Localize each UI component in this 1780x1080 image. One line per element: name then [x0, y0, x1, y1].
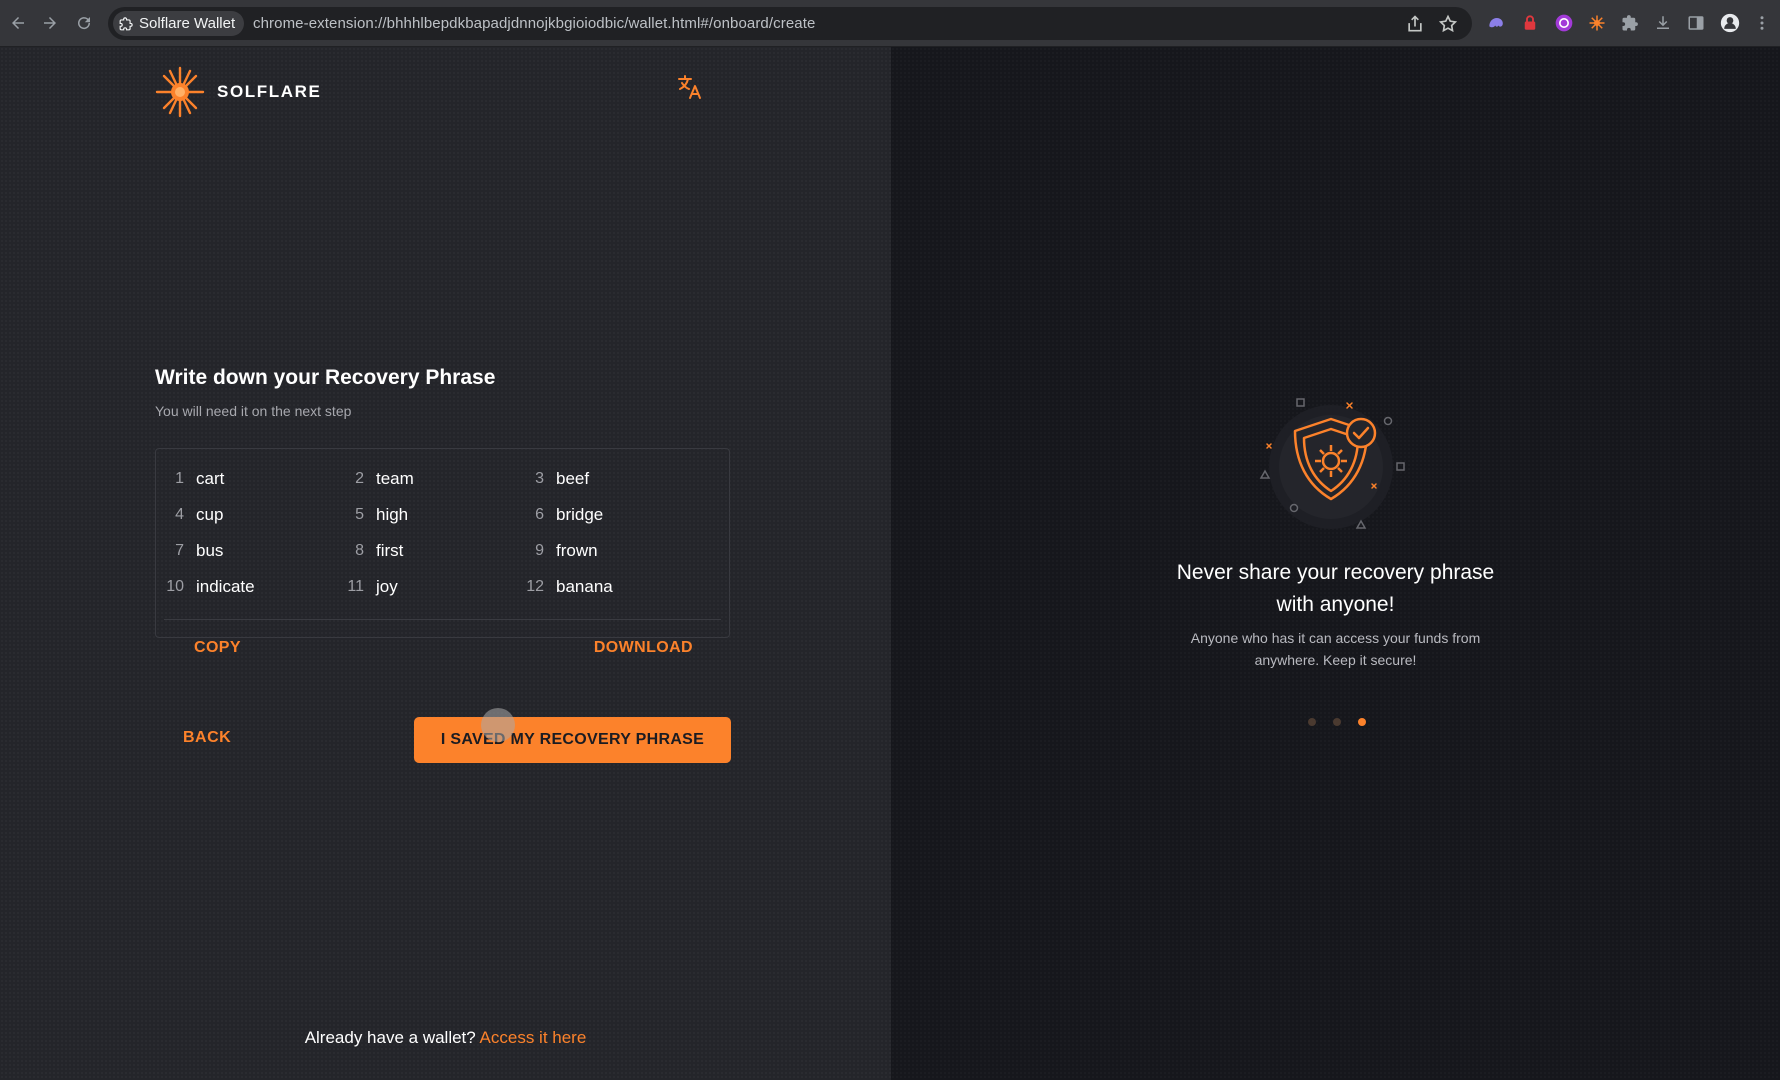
phrase-word-item: 11 joy — [346, 575, 526, 598]
onboard-panel: SOLFLARE Write down your Recovery Phrase… — [0, 47, 891, 1080]
phrase-word-item: 2 team — [346, 467, 526, 490]
shield-gear-check-icon — [1259, 398, 1405, 529]
solflare-extension-icon[interactable] — [1587, 13, 1607, 33]
phrase-word-item: 7 bus — [166, 539, 346, 562]
ghost-extension-icon[interactable] — [1486, 13, 1506, 33]
word-text: joy — [376, 576, 398, 596]
phrase-word-item: 10 indicate — [166, 575, 346, 598]
extensions-puzzle-icon[interactable] — [1620, 13, 1640, 33]
side-panel-icon[interactable] — [1686, 13, 1706, 33]
info-panel: Never share your recovery phrase with an… — [891, 47, 1780, 1080]
phrase-word-item: 12 banana — [526, 575, 706, 598]
carousel-dot[interactable] — [1308, 718, 1316, 726]
word-index: 5 — [355, 505, 364, 523]
footer-text: Already have a wallet? — [304, 1028, 476, 1047]
extension-puzzle-icon — [119, 16, 133, 30]
reload-icon[interactable] — [72, 11, 96, 35]
security-warning-description: Anyone who has it can access your funds … — [891, 627, 1780, 671]
download-button[interactable]: DOWNLOAD — [594, 639, 693, 657]
word-index: 4 — [175, 505, 184, 523]
phrase-word-item: 5 high — [346, 503, 526, 526]
security-desc-line: anywhere. Keep it secure! — [1254, 652, 1417, 668]
translate-language-icon[interactable] — [677, 74, 703, 100]
download-icon[interactable] — [1653, 13, 1673, 33]
phrase-box-divider — [164, 619, 721, 620]
url-text[interactable]: chrome-extension://bhhhlbepdkbapadjdnnoj… — [253, 15, 815, 32]
phrase-word-item: 4 cup — [166, 503, 346, 526]
word-text: first — [376, 540, 404, 560]
phrase-actions: COPY DOWNLOAD — [156, 629, 729, 671]
profile-avatar-icon[interactable] — [1720, 13, 1740, 33]
word-index: 9 — [535, 541, 544, 559]
word-index: 11 — [347, 577, 364, 595]
word-index: 1 — [175, 469, 184, 487]
security-desc-line: Anyone who has it can access your funds … — [1190, 630, 1481, 646]
recovery-word-grid: 1 cart 2 team 3 beef 4 cup 5 high 6 bridge 7 bu… — [156, 467, 729, 598]
carousel-pagination — [1308, 718, 1366, 726]
word-index: 8 — [355, 541, 364, 559]
back-arrow-icon[interactable] — [6, 11, 30, 35]
word-text: cup — [196, 504, 224, 524]
site-chip-label: Solflare Wallet — [139, 15, 236, 32]
access-wallet-link[interactable]: Access it here — [480, 1028, 587, 1047]
phrase-word-item: 1 cart — [166, 467, 346, 490]
copy-button[interactable]: COPY — [194, 639, 241, 657]
security-warning-title: Never share your recovery phrase with an… — [891, 557, 1780, 621]
circle-extension-icon[interactable] — [1554, 13, 1574, 33]
phrase-word-item: 9 frown — [526, 539, 706, 562]
phrase-word-item: 8 first — [346, 539, 526, 562]
page-subtitle: You will need it on the next step — [155, 403, 352, 419]
solflare-sun-icon — [155, 66, 205, 118]
security-title-line: Never share your recovery phrase — [1176, 561, 1495, 584]
back-button[interactable]: BACK — [183, 729, 231, 747]
browser-toolbar: Solflare Wallet chrome-extension://bhhhl… — [0, 0, 1780, 47]
click-indicator — [481, 708, 515, 742]
lock-extension-icon[interactable] — [1520, 13, 1540, 33]
carousel-dot-active[interactable] — [1358, 718, 1366, 726]
forward-arrow-icon[interactable] — [38, 11, 62, 35]
security-title-line: with anyone! — [1276, 593, 1395, 616]
word-text: cart — [196, 468, 225, 488]
word-text: frown — [556, 540, 598, 560]
phrase-word-item: 6 bridge — [526, 503, 706, 526]
word-text: banana — [556, 576, 613, 596]
word-text: beef — [556, 468, 590, 488]
saved-recovery-phrase-button[interactable]: I SAVED MY RECOVERY PHRASE — [414, 717, 731, 763]
recovery-phrase-box: 1 cart 2 team 3 beef 4 cup 5 high 6 bridge 7 bu… — [155, 448, 730, 656]
word-text: indicate — [196, 576, 255, 596]
phrase-word-item: 3 beef — [526, 467, 706, 490]
address-bar[interactable]: Solflare Wallet chrome-extension://bhhhl… — [108, 7, 1472, 40]
bookmark-star-icon[interactable] — [1438, 14, 1458, 34]
kebab-menu-icon[interactable] — [1752, 13, 1772, 33]
carousel-dot[interactable] — [1333, 718, 1341, 726]
word-text: high — [376, 504, 409, 524]
word-index: 3 — [535, 469, 544, 487]
word-index: 6 — [535, 505, 544, 523]
brand-name: SOLFLARE — [217, 82, 322, 101]
word-index: 2 — [355, 469, 364, 487]
site-info-chip[interactable]: Solflare Wallet — [113, 11, 245, 36]
word-index: 12 — [526, 577, 544, 595]
word-index: 10 — [166, 577, 184, 595]
page-title: Write down your Recovery Phrase — [155, 366, 496, 389]
share-icon[interactable] — [1405, 14, 1425, 34]
solflare-logo: SOLFLARE — [155, 66, 321, 118]
footer: Already have a wallet? Access it here — [0, 1028, 891, 1048]
word-text: bus — [196, 540, 224, 560]
word-text: team — [376, 468, 414, 488]
word-index: 7 — [175, 541, 184, 559]
word-text: bridge — [556, 504, 604, 524]
